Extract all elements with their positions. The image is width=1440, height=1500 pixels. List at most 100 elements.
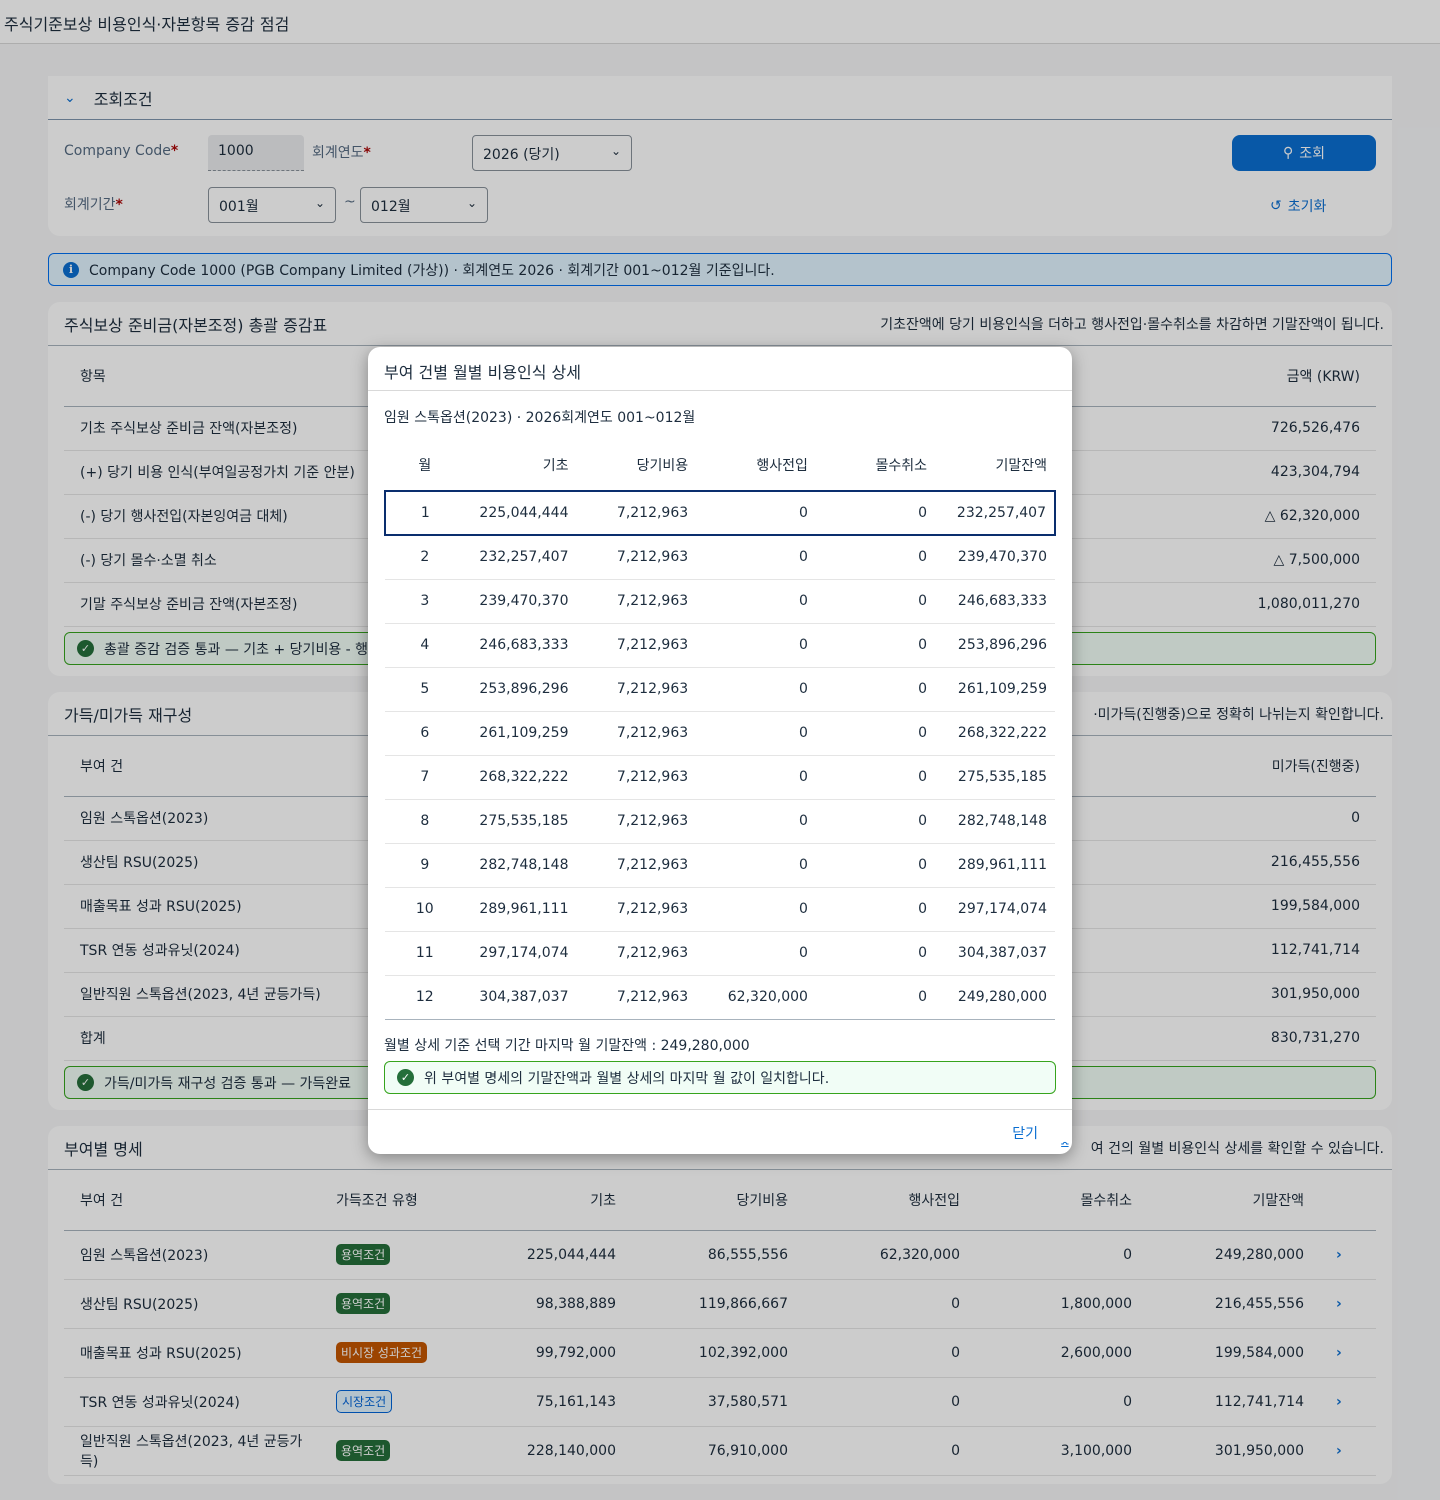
amount-cell: 0 bbox=[815, 887, 936, 932]
month-cell: 10 bbox=[385, 887, 465, 932]
table-row[interactable]: 11 297,174,074 7,212,963 0 0 304,387,037 bbox=[385, 931, 1055, 976]
monthly-detail-dialog: 부여 건별 월별 비용인식 상세 임원 스톡옵션(2023) · 2026회계연… bbox=[368, 347, 1072, 1154]
table-row[interactable]: 2 232,257,407 7,212,963 0 0 239,470,370 bbox=[385, 535, 1055, 580]
amount-cell: 0 bbox=[696, 931, 816, 976]
table-row[interactable]: 6 261,109,259 7,212,963 0 0 268,322,222 bbox=[385, 711, 1055, 756]
table-row[interactable]: 10 289,961,111 7,212,963 0 0 297,174,074 bbox=[385, 887, 1055, 932]
amount-cell: 239,470,370 bbox=[935, 535, 1055, 580]
amount-cell: 7,212,963 bbox=[576, 887, 697, 932]
month-cell: 5 bbox=[385, 667, 465, 712]
amount-cell: 239,470,370 bbox=[464, 579, 577, 624]
table-row[interactable]: 1 225,044,444 7,212,963 0 0 232,257,407 bbox=[384, 490, 1056, 536]
amount-cell: 232,257,407 bbox=[464, 535, 577, 580]
amount-cell: 0 bbox=[815, 799, 936, 844]
amount-cell: 0 bbox=[815, 843, 936, 888]
amount-cell: 0 bbox=[815, 623, 936, 668]
amount-cell: 289,961,111 bbox=[464, 887, 577, 932]
table-row[interactable]: 5 253,896,296 7,212,963 0 0 261,109,259 bbox=[385, 667, 1055, 712]
amount-cell: 0 bbox=[815, 975, 936, 1020]
month-cell: 4 bbox=[385, 623, 465, 668]
amount-cell: 0 bbox=[696, 755, 816, 800]
amount-cell: 261,109,259 bbox=[464, 711, 577, 756]
amount-cell: 0 bbox=[815, 535, 936, 580]
table-row[interactable]: 3 239,470,370 7,212,963 0 0 246,683,333 bbox=[385, 579, 1055, 624]
amount-cell: 7,212,963 bbox=[576, 490, 697, 536]
amount-cell: 7,212,963 bbox=[576, 799, 697, 844]
amount-cell: 0 bbox=[815, 755, 936, 800]
table-row[interactable]: 12 304,387,037 7,212,963 62,320,000 0 249,280… bbox=[385, 975, 1055, 1020]
amount-cell: 282,748,148 bbox=[935, 799, 1055, 844]
amount-cell: 261,109,259 bbox=[935, 667, 1055, 712]
amount-cell: 0 bbox=[696, 799, 816, 844]
amount-cell: 7,212,963 bbox=[576, 755, 697, 800]
amount-cell: 0 bbox=[815, 711, 936, 756]
dialog-summary-text: 월별 상세 기준 선택 기간 마지막 월 기말잔액 : 249,280,000 bbox=[384, 1038, 750, 1054]
month-cell: 11 bbox=[385, 931, 465, 976]
amount-cell: 0 bbox=[815, 579, 936, 624]
col-header: 기초 bbox=[542, 457, 569, 474]
table-row[interactable]: 7 268,322,222 7,212,963 0 0 275,535,185 bbox=[385, 755, 1055, 800]
amount-cell: 275,535,185 bbox=[935, 755, 1055, 800]
amount-cell: 297,174,074 bbox=[464, 931, 577, 976]
month-cell: 1 bbox=[384, 490, 465, 536]
amount-cell: 232,257,407 bbox=[935, 490, 1056, 536]
month-cell: 9 bbox=[385, 843, 465, 888]
month-cell: 7 bbox=[385, 755, 465, 800]
amount-cell: 0 bbox=[696, 490, 816, 536]
amount-cell: 7,212,963 bbox=[576, 975, 697, 1020]
amount-cell: 246,683,333 bbox=[464, 623, 577, 668]
amount-cell: 7,212,963 bbox=[576, 623, 697, 668]
dialog-subtitle: 임원 스톡옵션(2023) · 2026회계연도 001~012월 bbox=[384, 410, 696, 426]
amount-cell: 297,174,074 bbox=[935, 887, 1055, 932]
amount-cell: 0 bbox=[696, 579, 816, 624]
amount-cell: 225,044,444 bbox=[464, 490, 577, 536]
amount-cell: 7,212,963 bbox=[576, 711, 697, 756]
amount-cell: 268,322,222 bbox=[464, 755, 577, 800]
month-cell: 8 bbox=[385, 799, 465, 844]
amount-cell: 0 bbox=[696, 711, 816, 756]
amount-cell: 282,748,148 bbox=[464, 843, 577, 888]
amount-cell: 7,212,963 bbox=[576, 579, 697, 624]
col-header: 기말잔액 bbox=[995, 457, 1047, 474]
amount-cell: 268,322,222 bbox=[935, 711, 1055, 756]
amount-cell: 289,961,111 bbox=[935, 843, 1055, 888]
table-row[interactable]: 4 246,683,333 7,212,963 0 0 253,896,296 bbox=[385, 623, 1055, 668]
amount-cell: 253,896,296 bbox=[935, 623, 1055, 668]
dialog-success-strip: ✓ 위 부여별 명세의 기말잔액과 월별 상세의 마지막 월 값이 일치합니다. bbox=[384, 1061, 1056, 1094]
dialog-footer: 닫기 ≏ bbox=[368, 1109, 1072, 1154]
amount-cell: 0 bbox=[696, 667, 816, 712]
month-cell: 2 bbox=[385, 535, 465, 580]
col-header: 월 bbox=[418, 457, 432, 474]
table-row[interactable]: 8 275,535,185 7,212,963 0 0 282,748,148 bbox=[385, 799, 1055, 844]
amount-cell: 0 bbox=[815, 667, 936, 712]
resize-handle-icon[interactable]: ≏ bbox=[1060, 1138, 1070, 1152]
month-cell: 3 bbox=[385, 579, 465, 624]
col-header: 몰수취소 bbox=[875, 457, 928, 474]
amount-cell: 0 bbox=[696, 623, 816, 668]
amount-cell: 7,212,963 bbox=[576, 667, 697, 712]
amount-cell: 0 bbox=[815, 490, 936, 536]
table-row[interactable]: 9 282,748,148 7,212,963 0 0 289,961,111 bbox=[385, 843, 1055, 888]
amount-cell: 7,212,963 bbox=[576, 535, 697, 580]
amount-cell: 304,387,037 bbox=[935, 931, 1055, 976]
amount-cell: 0 bbox=[696, 887, 816, 932]
amount-cell: 246,683,333 bbox=[935, 579, 1055, 624]
amount-cell: 0 bbox=[696, 535, 816, 580]
amount-cell: 253,896,296 bbox=[464, 667, 577, 712]
col-header: 당기비용 bbox=[636, 457, 689, 474]
dialog-title: 부여 건별 월별 비용인식 상세 bbox=[368, 347, 1072, 391]
amount-cell: 0 bbox=[696, 843, 816, 888]
amount-cell: 62,320,000 bbox=[696, 975, 816, 1020]
amount-cell: 275,535,185 bbox=[464, 799, 577, 844]
amount-cell: 304,387,037 bbox=[464, 975, 577, 1020]
monthly-table: 월 기초 당기비용 행사전입 몰수취소 기말잔액 1 225,044,444 7,2… bbox=[384, 439, 1056, 1020]
amount-cell: 7,212,963 bbox=[576, 931, 697, 976]
amount-cell: 249,280,000 bbox=[935, 975, 1055, 1020]
amount-cell: 0 bbox=[815, 931, 936, 976]
close-button[interactable]: 닫기 bbox=[1012, 1123, 1038, 1143]
month-cell: 6 bbox=[385, 711, 465, 756]
month-cell: 12 bbox=[385, 975, 465, 1020]
check-icon: ✓ bbox=[397, 1069, 414, 1086]
col-header: 행사전입 bbox=[756, 457, 808, 474]
amount-cell: 7,212,963 bbox=[576, 843, 697, 888]
